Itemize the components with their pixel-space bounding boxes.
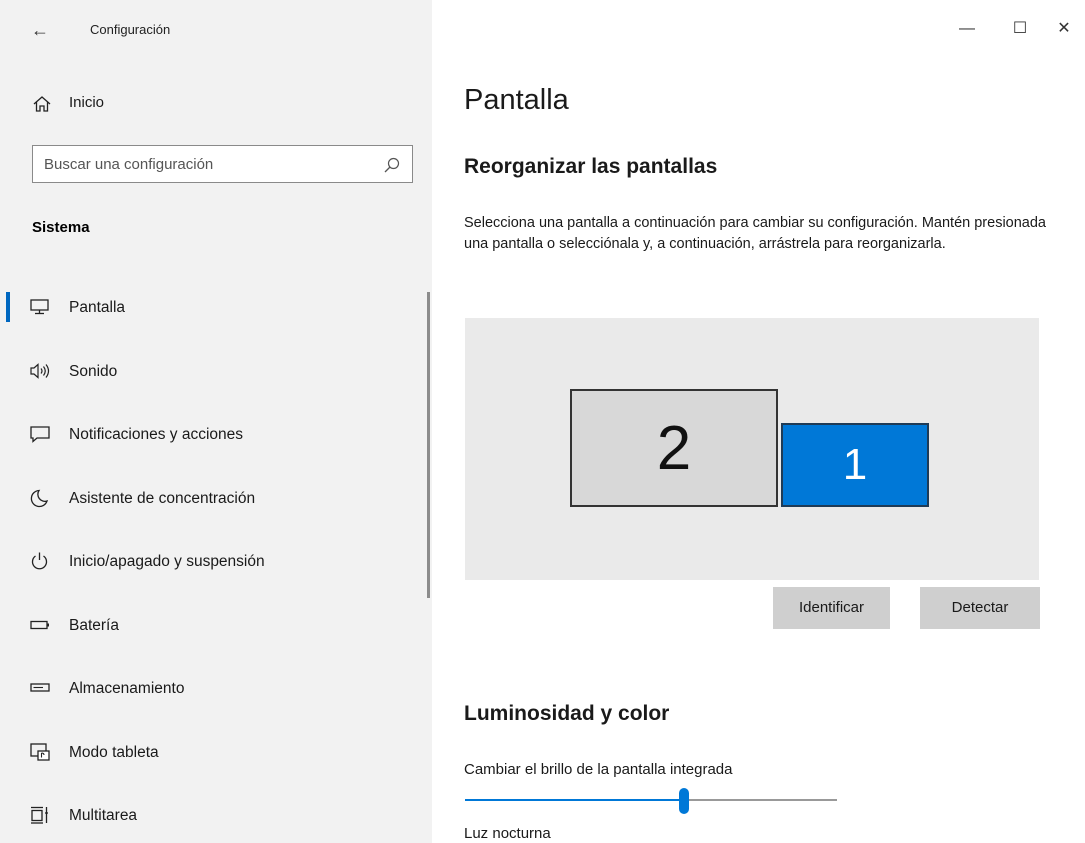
tablet-mode-icon bbox=[30, 742, 50, 761]
sidebar-item-label: Notificaciones y acciones bbox=[69, 426, 244, 443]
sidebar-item-concentracion[interactable]: Asistente de concentración bbox=[0, 466, 432, 530]
battery-icon bbox=[30, 620, 49, 629]
sidebar-item-label: Inicio/apagado y suspensión bbox=[69, 553, 265, 570]
sidebar-nav: Pantalla Sonido Notificaciones y accione… bbox=[0, 275, 432, 843]
sidebar: ← Configuración Inicio Buscar una config… bbox=[0, 0, 432, 843]
power-icon bbox=[31, 552, 48, 570]
sidebar-item-bateria[interactable]: Batería bbox=[0, 593, 432, 657]
page-title: Pantalla bbox=[464, 84, 569, 116]
search-icon bbox=[384, 157, 400, 173]
sidebar-item-tableta[interactable]: Modo tableta bbox=[0, 720, 432, 784]
brightness-heading: Luminosidad y color bbox=[464, 702, 670, 725]
slider-track bbox=[684, 799, 837, 801]
sidebar-item-label: Batería bbox=[69, 616, 119, 634]
minimize-icon[interactable]: — bbox=[947, 12, 987, 46]
display-arrangement-area: 2 1 bbox=[465, 318, 1039, 580]
sidebar-item-energia[interactable]: Inicio/apagado y suspensión bbox=[0, 529, 432, 593]
app-title: Configuración bbox=[90, 22, 171, 37]
monitor-icon bbox=[30, 299, 49, 315]
sidebar-item-notificaciones[interactable]: Notificaciones y acciones bbox=[0, 402, 432, 466]
slider-thumb[interactable] bbox=[679, 788, 689, 814]
monitor-number: 2 bbox=[656, 413, 692, 483]
brightness-slider[interactable] bbox=[465, 788, 837, 814]
moon-icon bbox=[30, 489, 49, 507]
multitasking-icon bbox=[31, 806, 48, 824]
sidebar-item-multitarea[interactable]: Multitarea bbox=[0, 783, 432, 843]
settings-window: ← Configuración Inicio Buscar una config… bbox=[0, 0, 1085, 843]
sidebar-item-pantalla[interactable]: Pantalla bbox=[0, 275, 432, 339]
sidebar-item-label: Asistente de concentración bbox=[69, 489, 256, 507]
maximize-icon[interactable]: ☐ bbox=[1000, 12, 1040, 46]
home-icon bbox=[33, 96, 51, 112]
sidebar-home[interactable]: Inicio bbox=[0, 84, 432, 124]
active-indicator bbox=[6, 292, 10, 322]
sidebar-item-label: Almacenamiento bbox=[69, 680, 185, 697]
monitor-1[interactable]: 1 bbox=[781, 423, 929, 507]
search-input[interactable]: Buscar una configuración bbox=[32, 145, 413, 183]
storage-icon bbox=[30, 683, 50, 692]
sidebar-item-label: Modo tableta bbox=[69, 743, 159, 761]
sidebar-item-label: Sonido bbox=[69, 362, 118, 380]
slider-track-fill bbox=[465, 799, 684, 801]
close-icon[interactable]: ✕ bbox=[1044, 12, 1084, 46]
sidebar-item-label: Multitarea bbox=[69, 807, 138, 824]
monitor-number: 1 bbox=[842, 440, 868, 489]
sidebar-scrollbar[interactable] bbox=[427, 292, 430, 598]
notification-icon bbox=[30, 426, 50, 443]
arrange-description: Selecciona una pantalla a continuación p… bbox=[464, 215, 1046, 252]
identify-button[interactable]: Identificar bbox=[773, 587, 890, 629]
sidebar-item-sonido[interactable]: Sonido bbox=[0, 339, 432, 403]
monitor-2[interactable]: 2 bbox=[570, 389, 778, 507]
brightness-label: Cambiar el brillo de la pantalla integra… bbox=[464, 761, 733, 778]
night-light-label: Luz nocturna bbox=[464, 825, 551, 842]
back-arrow-icon[interactable]: ← bbox=[26, 16, 54, 44]
sidebar-item-label: Pantalla bbox=[69, 299, 126, 316]
main-content: — ☐ ✕ Pantalla Reorganizar las pantallas… bbox=[432, 0, 1085, 843]
detect-button[interactable]: Detectar bbox=[920, 587, 1040, 629]
section-title: Sistema bbox=[32, 219, 90, 236]
speaker-icon bbox=[30, 362, 50, 379]
arrange-heading: Reorganizar las pantallas bbox=[464, 155, 718, 178]
search-placeholder: Buscar una configuración bbox=[44, 156, 214, 173]
sidebar-item-almacenamiento[interactable]: Almacenamiento bbox=[0, 656, 432, 720]
sidebar-home-label: Inicio bbox=[69, 94, 105, 111]
